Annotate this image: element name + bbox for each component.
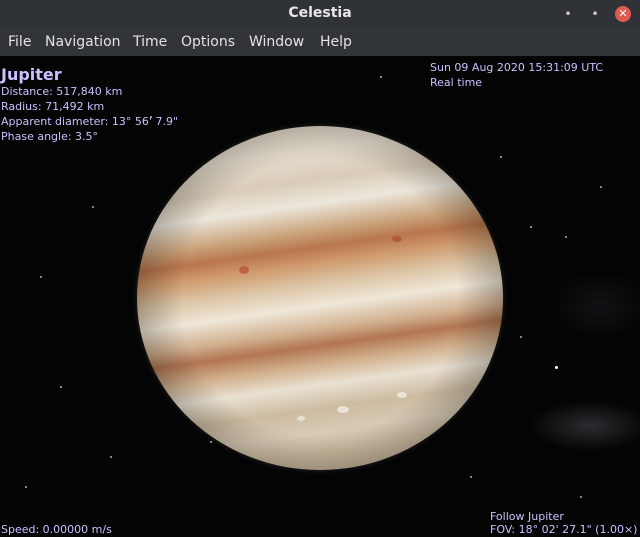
minimize-button[interactable]: •	[560, 6, 576, 22]
speed-readout: Speed: 0.00000 m/s	[1, 523, 112, 536]
menu-help[interactable]: Help	[320, 34, 352, 50]
menu-options[interactable]: Options	[181, 34, 235, 50]
menu-bar: File Navigation Time Options Window Help	[0, 28, 640, 56]
apparent-diameter-readout: Apparent diameter: 13° 56' 7.9"	[1, 115, 178, 128]
menu-file[interactable]: File	[8, 34, 31, 50]
title-bar: Celestia • • ✕	[0, 0, 640, 28]
maximize-button[interactable]: •	[587, 6, 603, 22]
window-title: Celestia	[288, 5, 352, 21]
menu-navigation[interactable]: Navigation	[45, 34, 121, 50]
distance-readout: Distance: 517,840 km	[1, 85, 123, 98]
time-mode-readout: Real time	[430, 76, 483, 89]
datetime-readout: Sun 09 Aug 2020 15:31:09 UTC	[430, 61, 604, 74]
close-button[interactable]: ✕	[615, 6, 631, 22]
phase-angle-readout: Phase angle: 3.5°	[1, 130, 99, 143]
object-name: Jupiter	[1, 65, 62, 84]
menu-window[interactable]: Window	[249, 34, 304, 50]
jupiter-planet[interactable]	[137, 126, 503, 470]
fov-readout: FOV: 18° 02' 27.1" (1.00×)	[490, 523, 638, 536]
radius-readout: Radius: 71,492 km	[1, 100, 105, 113]
menu-time[interactable]: Time	[133, 34, 167, 50]
